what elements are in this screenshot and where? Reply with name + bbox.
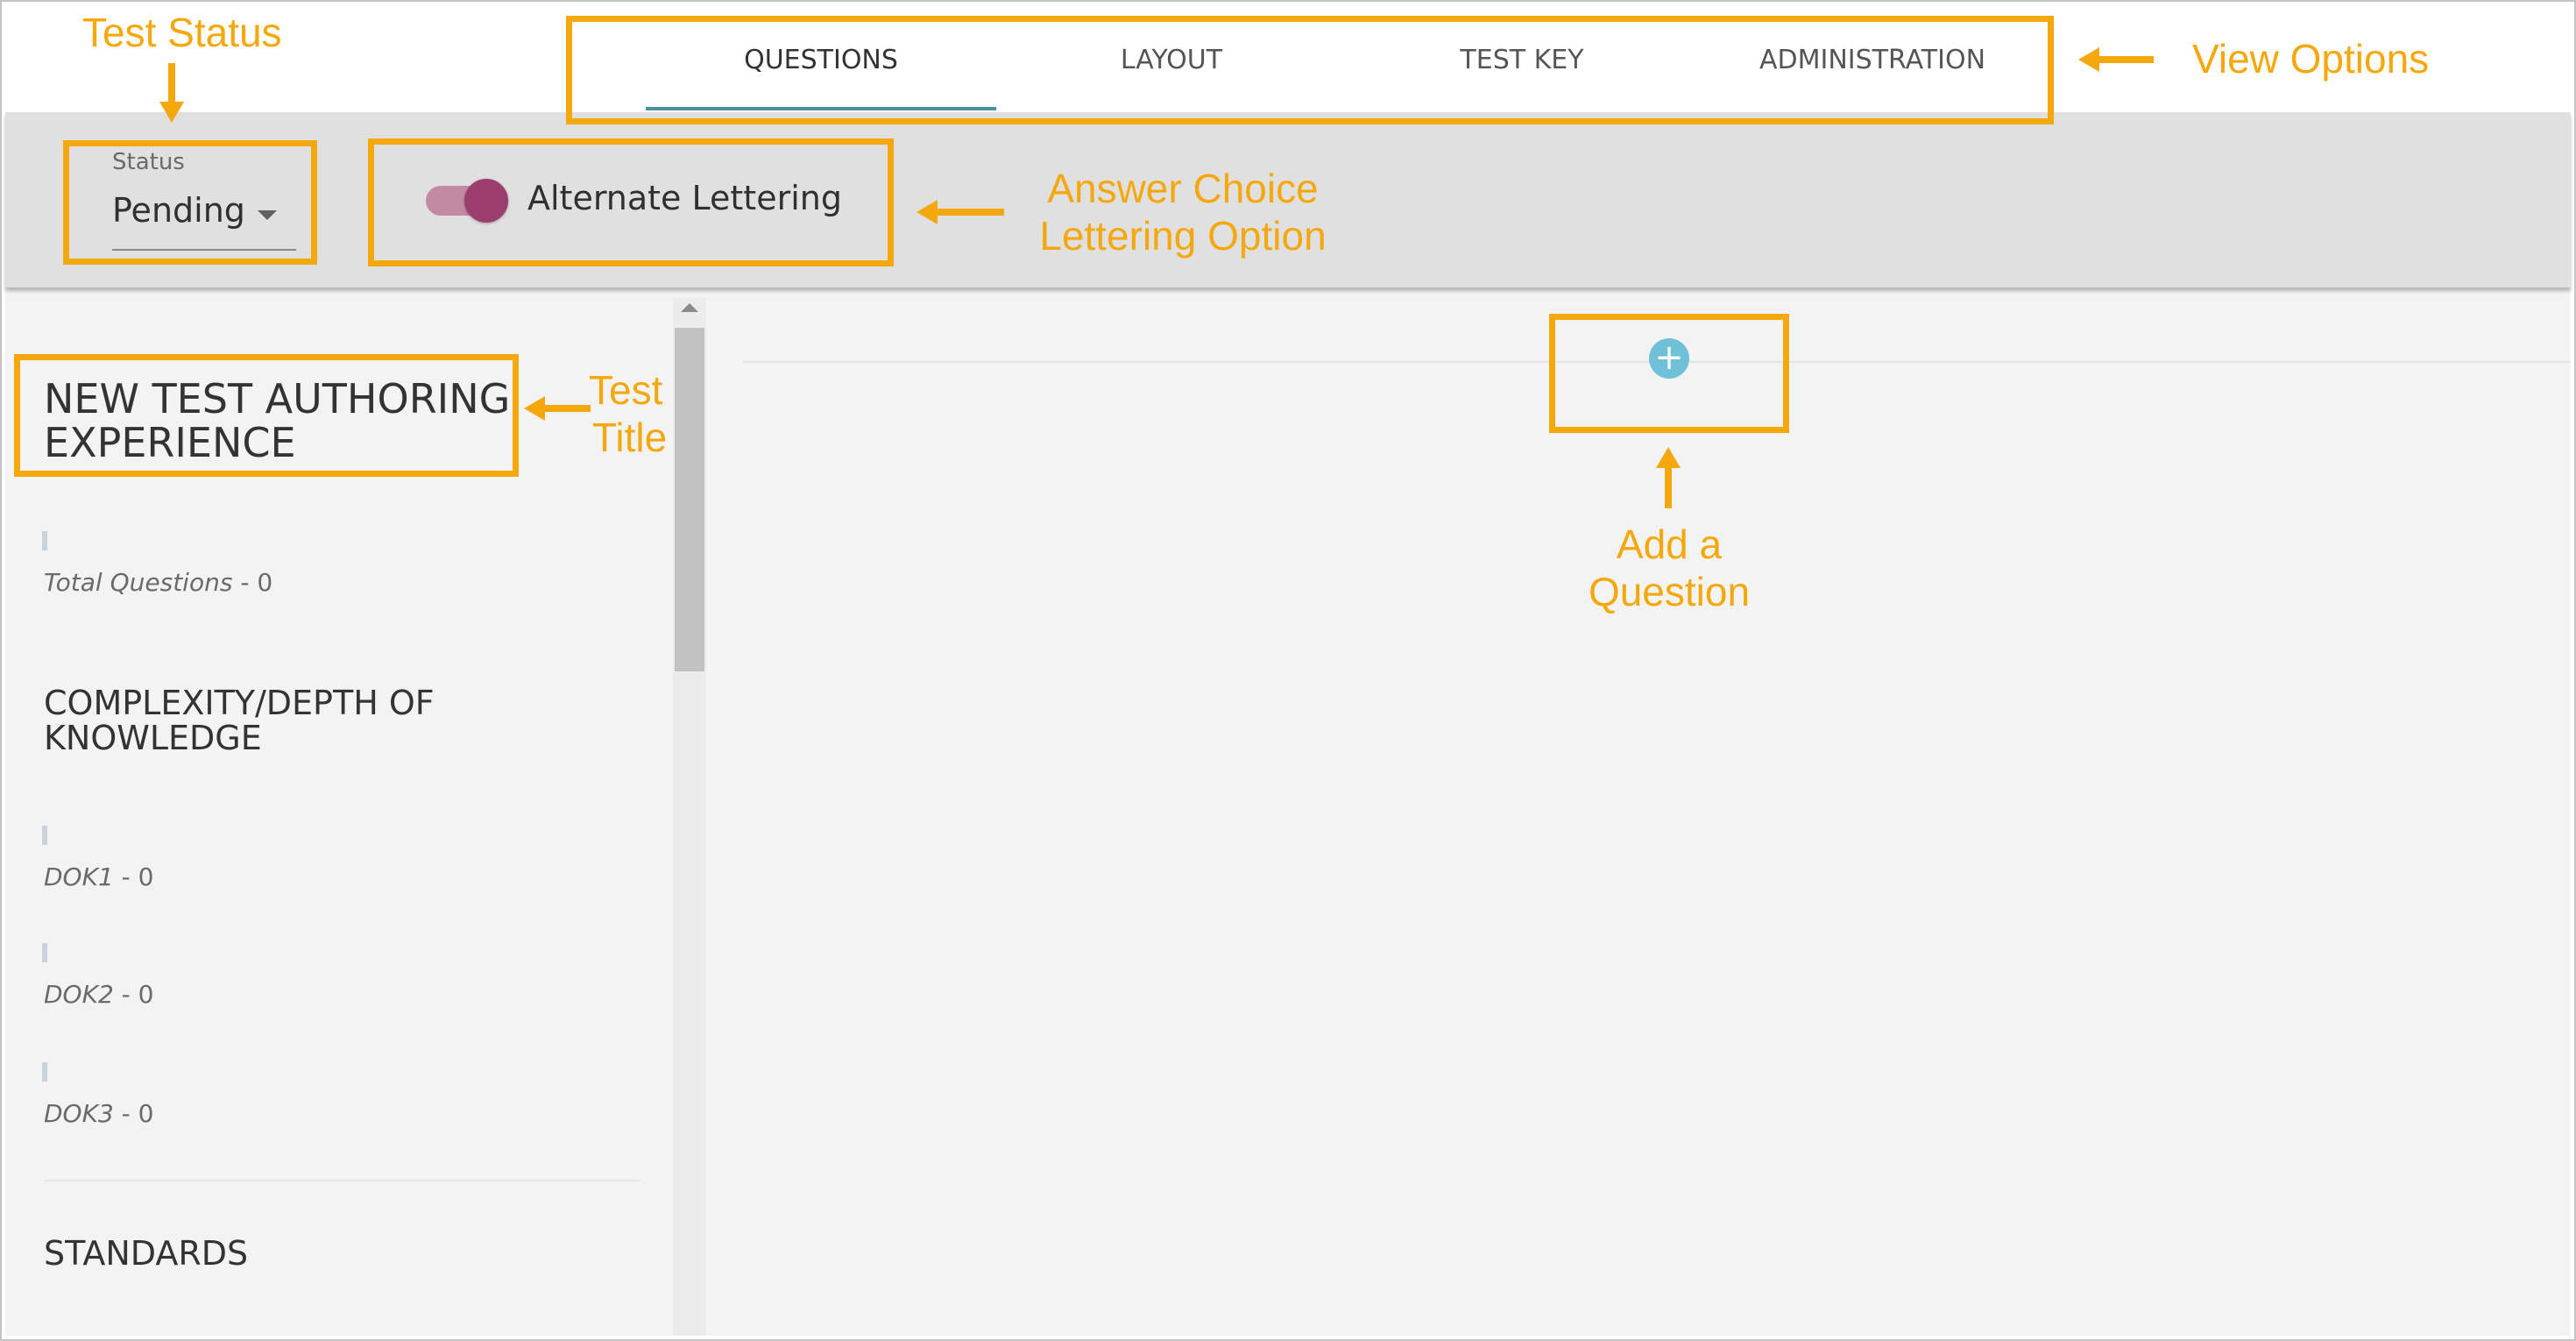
dok2-value: - 0 [113, 980, 154, 1009]
annotation-test-title-1: Test [589, 367, 663, 413]
progress-tick [42, 826, 47, 845]
arrow-left-icon [524, 396, 545, 421]
test-status-highlight [63, 140, 317, 265]
questions-canvas [708, 287, 2571, 1336]
total-questions-stat: Total Questions - 0 [44, 568, 272, 597]
dok1-value: - 0 [113, 862, 154, 891]
lettering-option-highlight [368, 138, 894, 266]
complexity-title-line: COMPLEXITY/DEPTH OF [44, 684, 435, 722]
progress-tick [42, 531, 47, 550]
arrow-shaft [540, 405, 591, 412]
annotation-lettering-option: Lettering Option [1008, 212, 1358, 259]
annotation-line: Answer Choice [1047, 166, 1319, 211]
total-questions-value: - 0 [232, 568, 273, 597]
complexity-section-title: COMPLEXITY/DEPTH OF KNOWLEDGE [44, 685, 435, 756]
complexity-title-line: KNOWLEDGE [44, 719, 262, 757]
arrow-shaft [168, 63, 175, 105]
dok1-label: DOK1 [44, 862, 114, 891]
arrow-shaft [934, 209, 1004, 216]
dok2-label: DOK2 [44, 980, 114, 1009]
test-title-highlight [14, 354, 519, 477]
annotation-view-options: View Options [2192, 36, 2430, 82]
dok1-stat: DOK1 - 0 [44, 862, 154, 891]
scrollbar-thumb[interactable] [675, 328, 704, 671]
dok3-label: DOK3 [44, 1099, 114, 1128]
scroll-up-arrow-icon[interactable] [681, 303, 698, 312]
annotation-test-status: Test Status [82, 10, 282, 55]
arrow-shaft [1665, 465, 1672, 508]
annotation-answer-choice: Answer Choice [1034, 165, 1332, 212]
sidebar-divider [44, 1180, 640, 1181]
progress-tick [42, 1062, 47, 1082]
dok3-value: - 0 [113, 1099, 154, 1128]
dok3-stat: DOK3 - 0 [44, 1099, 154, 1128]
annotation-line: Lettering Option [1039, 213, 1327, 259]
dok2-stat: DOK2 - 0 [44, 980, 154, 1009]
view-options-highlight [566, 16, 2054, 124]
progress-tick [42, 943, 47, 962]
arrow-left-icon [916, 200, 938, 224]
annotation-add-question-1: Add a [1616, 522, 1723, 567]
standards-section-title: STANDARDS [44, 1234, 249, 1273]
arrow-down-icon [159, 102, 184, 123]
arrow-shaft [2096, 56, 2154, 63]
add-question-highlight [1549, 314, 1789, 433]
total-questions-label: Total Questions [44, 568, 233, 597]
annotation-add-question-2: Question [1588, 569, 1751, 614]
arrow-left-icon [2078, 47, 2099, 72]
annotation-test-title-2: Title [592, 415, 668, 460]
